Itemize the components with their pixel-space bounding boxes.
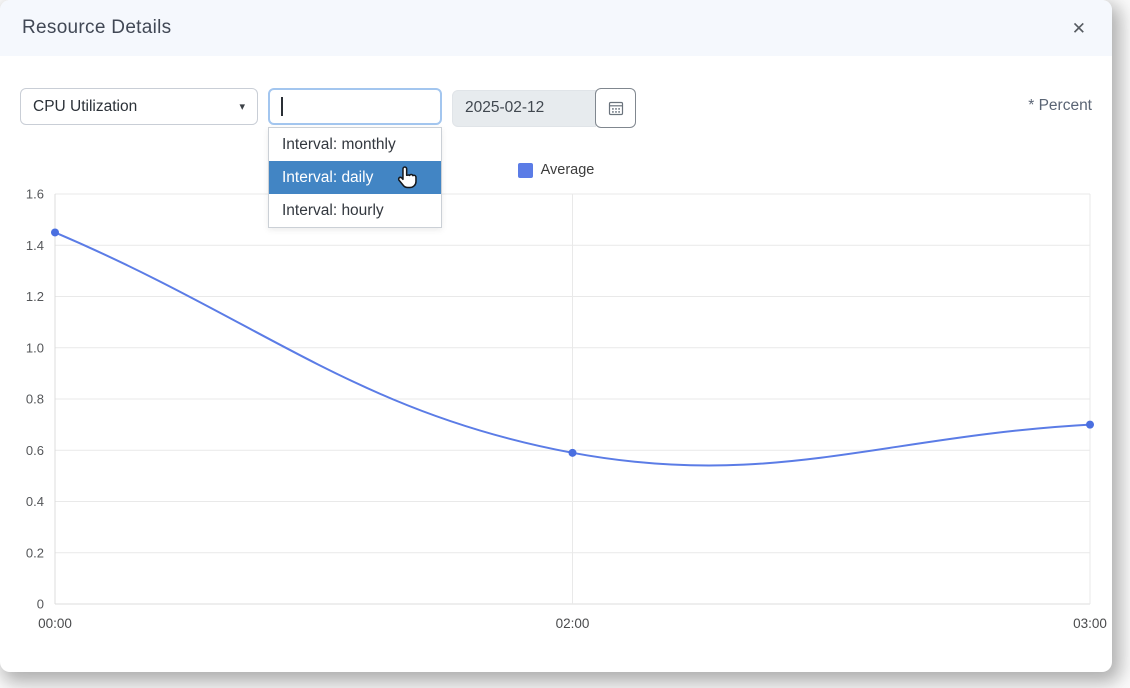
interval-combobox-input[interactable] bbox=[268, 88, 442, 125]
calendar-icon bbox=[608, 100, 624, 116]
chevron-down-icon: ▾ bbox=[239, 100, 245, 113]
legend-label-average: Average bbox=[541, 162, 595, 178]
resource-details-modal: Resource Details ✕ CPU Utilization ▾ 202… bbox=[0, 0, 1112, 672]
svg-text:1.2: 1.2 bbox=[26, 289, 44, 304]
svg-text:03:00: 03:00 bbox=[1073, 616, 1107, 631]
interval-option-monthly[interactable]: Interval: monthly bbox=[269, 128, 441, 161]
modal-title: Resource Details bbox=[22, 17, 171, 39]
utilization-chart-svg: 0 0.2 0.4 0.6 0.8 1.0 1.2 1.4 1.6 00:00 02:00 03:00 bbox=[0, 180, 1112, 650]
modal-header: Resource Details ✕ bbox=[0, 0, 1112, 56]
date-picker: 2025-02-12 bbox=[452, 88, 636, 128]
unit-label: * Percent bbox=[1028, 97, 1092, 115]
hand-pointer-cursor-icon bbox=[393, 165, 419, 191]
svg-text:0.2: 0.2 bbox=[26, 545, 44, 560]
svg-text:02:00: 02:00 bbox=[556, 616, 590, 631]
date-value: 2025-02-12 bbox=[465, 99, 544, 117]
svg-text:0.4: 0.4 bbox=[26, 494, 44, 509]
metric-select[interactable]: CPU Utilization ▾ bbox=[20, 88, 258, 125]
legend-swatch-average bbox=[518, 163, 533, 178]
svg-text:00:00: 00:00 bbox=[38, 616, 72, 631]
date-input[interactable]: 2025-02-12 bbox=[452, 90, 596, 127]
svg-text:1.6: 1.6 bbox=[26, 187, 44, 202]
close-icon[interactable]: ✕ bbox=[1068, 16, 1090, 41]
svg-text:0.8: 0.8 bbox=[26, 392, 44, 407]
chart-legend[interactable]: Average bbox=[0, 162, 1112, 178]
interval-option-daily[interactable]: Interval: daily bbox=[269, 161, 441, 194]
metric-select-value: CPU Utilization bbox=[33, 98, 137, 116]
utilization-chart: 0 0.2 0.4 0.6 0.8 1.0 1.2 1.4 1.6 00:00 02:00 03:00 bbox=[0, 180, 1112, 650]
calendar-button[interactable] bbox=[595, 88, 636, 128]
svg-text:0.6: 0.6 bbox=[26, 443, 44, 458]
interval-dropdown-menu: Interval: monthly Interval: daily Interv… bbox=[268, 127, 442, 228]
svg-text:1.4: 1.4 bbox=[26, 238, 44, 253]
interval-option-hourly[interactable]: Interval: hourly bbox=[269, 194, 441, 227]
text-cursor bbox=[281, 97, 283, 116]
svg-text:1.0: 1.0 bbox=[26, 340, 44, 355]
svg-text:0: 0 bbox=[37, 597, 44, 612]
